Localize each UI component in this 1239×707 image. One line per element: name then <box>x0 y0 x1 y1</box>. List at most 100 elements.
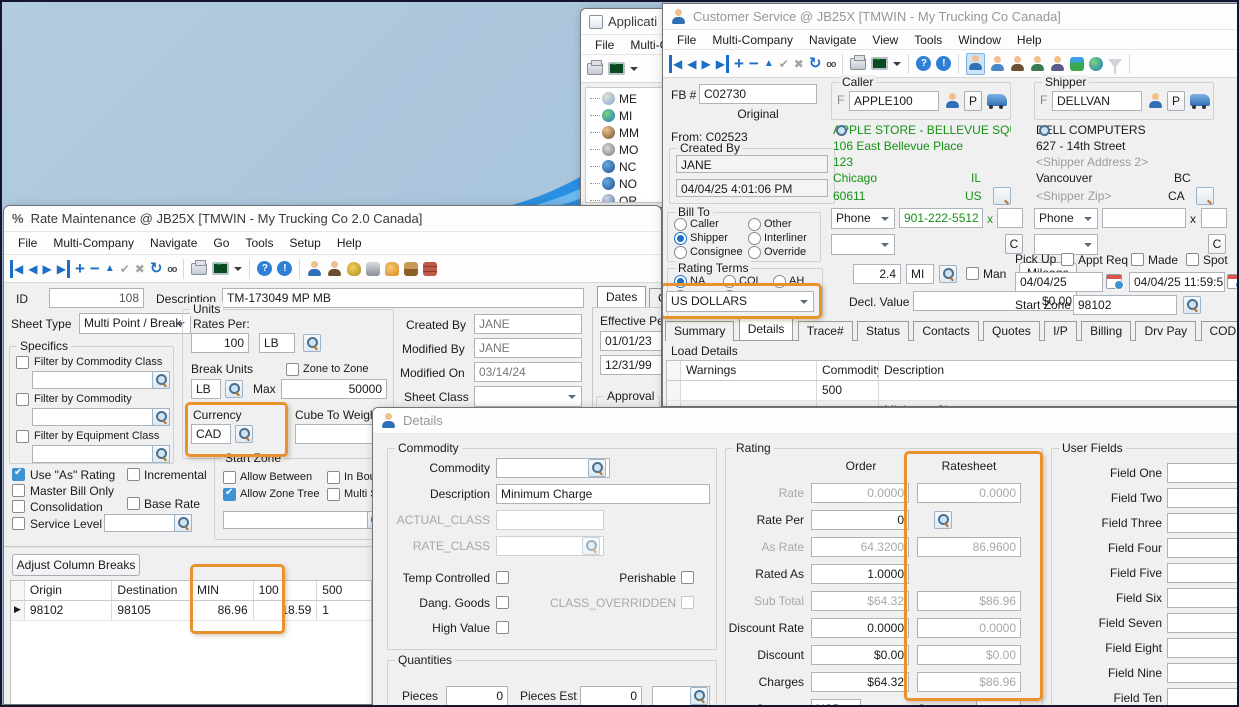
help-icon[interactable]: ? <box>257 261 272 276</box>
effective-to-field[interactable]: 12/31/99 <box>600 355 662 375</box>
bill-to-caller-radio[interactable] <box>674 218 687 231</box>
temp-controlled-checkbox[interactable] <box>496 571 509 584</box>
col-destination[interactable]: Destination <box>112 581 192 600</box>
menu-navigate[interactable]: Navigate <box>801 33 864 47</box>
description-field[interactable]: TM-173049 MP MB <box>222 288 584 308</box>
caller-phone2-select[interactable] <box>831 234 895 255</box>
terms-col-radio[interactable] <box>723 275 736 288</box>
multi-start-checkbox[interactable] <box>327 488 340 501</box>
print-icon[interactable] <box>587 63 603 75</box>
shipper-ext-field[interactable] <box>1201 208 1227 228</box>
tab-cod[interactable]: COD <box>1201 321 1239 341</box>
monitor-icon[interactable] <box>871 57 888 70</box>
calendar-icon[interactable] <box>1106 274 1122 289</box>
tab-billing[interactable]: Billing <box>1081 321 1131 341</box>
shipper-phone-type-select[interactable]: Phone <box>1034 208 1098 229</box>
table-row[interactable]: ▶ 98102 98105 86.96 18.59 1 <box>11 601 371 621</box>
base-rate-checkbox[interactable] <box>127 497 140 510</box>
tree-item[interactable]: NC <box>586 158 673 175</box>
cancel-icon[interactable]: ✖ <box>135 260 145 278</box>
pickup-by-date-field[interactable]: 04/04/25 11:59:5 <box>1129 272 1225 292</box>
nav-last-icon[interactable]: ▶ <box>57 260 70 278</box>
max-field[interactable]: 50000 <box>281 379 387 399</box>
workstation-icon[interactable] <box>990 56 1005 71</box>
customer-icon[interactable] <box>966 53 985 75</box>
chevron-down-icon[interactable] <box>630 67 638 75</box>
lookup-icon[interactable] <box>152 371 170 389</box>
add-icon[interactable]: + <box>75 260 85 278</box>
menu-file[interactable]: File <box>587 38 622 52</box>
refresh-icon[interactable]: ↻ <box>809 55 822 73</box>
filter-commodity-class-checkbox[interactable] <box>16 356 29 369</box>
info-icon[interactable]: ! <box>936 56 951 71</box>
search-icon[interactable]: oo <box>826 59 835 69</box>
currency-select[interactable]: US DOLLARS <box>666 291 814 312</box>
tab-ip[interactable]: I/P <box>1044 321 1077 341</box>
lookup-icon[interactable] <box>1183 296 1201 314</box>
customer-icon[interactable] <box>307 261 322 276</box>
calendar-icon[interactable] <box>1227 274 1239 289</box>
lookup-icon[interactable] <box>939 265 957 283</box>
menu-tools[interactable]: Tools <box>906 33 950 47</box>
up-icon[interactable]: ▲ <box>105 260 115 278</box>
tree-item[interactable]: MO <box>586 141 673 158</box>
money-bag-icon[interactable] <box>347 262 361 276</box>
lookup-icon[interactable] <box>690 687 708 705</box>
field-four-input[interactable] <box>1167 538 1239 558</box>
nav-last-icon[interactable]: ▶ <box>716 55 729 73</box>
info-icon[interactable]: ! <box>277 261 292 276</box>
caller-ext-field[interactable] <box>997 208 1023 228</box>
lookup-icon[interactable] <box>152 408 170 426</box>
caller-person-icon[interactable] <box>945 93 960 108</box>
print-icon[interactable] <box>191 263 207 275</box>
distance-unit-field[interactable]: MI <box>906 264 934 284</box>
tab-con[interactable]: Con <box>649 288 662 308</box>
use-as-rating-checkbox[interactable] <box>12 468 25 481</box>
menu-window[interactable]: Window <box>950 33 1009 47</box>
pickup-date-field[interactable]: 04/04/25 <box>1015 272 1103 292</box>
up-icon[interactable]: ▲ <box>764 55 774 73</box>
vendor-icon[interactable] <box>327 261 342 276</box>
commit-icon[interactable]: ✔ <box>779 55 789 73</box>
col-description[interactable]: Description <box>879 361 1239 380</box>
field-three-input[interactable] <box>1167 513 1239 533</box>
field-eight-input[interactable] <box>1167 638 1239 658</box>
field-ten-input[interactable] <box>1167 688 1239 707</box>
caller-c-button[interactable]: C <box>1005 234 1023 254</box>
bill-to-shipper-radio[interactable] <box>674 232 687 245</box>
man-checkbox[interactable] <box>966 267 979 280</box>
menu-file[interactable]: File <box>10 236 45 250</box>
remove-icon[interactable]: − <box>749 55 759 73</box>
allow-zone-tree-checkbox[interactable] <box>223 488 236 501</box>
lookup-icon[interactable] <box>174 514 192 532</box>
tree-item[interactable]: MI <box>586 107 673 124</box>
chevron-down-icon[interactable] <box>893 62 901 70</box>
col-min[interactable]: MIN <box>192 581 254 600</box>
rates-per-unit-field[interactable]: LB <box>259 333 295 353</box>
consolidation-checkbox[interactable] <box>12 500 25 513</box>
menu-go[interactable]: Go <box>205 236 237 250</box>
filter-equipment-class-checkbox[interactable] <box>16 430 29 443</box>
discount-rate-order-field[interactable]: 0.0000 <box>811 618 909 638</box>
lookup-icon[interactable] <box>303 334 321 352</box>
field-nine-input[interactable] <box>1167 663 1239 683</box>
remove-icon[interactable]: − <box>90 260 100 278</box>
lookup-icon[interactable] <box>225 380 243 398</box>
tree-item[interactable]: MM <box>586 124 673 141</box>
id-field[interactable]: 108 <box>49 288 144 308</box>
master-bill-only-checkbox[interactable] <box>12 484 25 497</box>
col-500[interactable]: 500 <box>317 581 371 600</box>
field-five-input[interactable] <box>1167 563 1239 583</box>
service-level-checkbox[interactable] <box>12 517 25 530</box>
start-zone-field[interactable] <box>223 511 385 529</box>
lookup-icon[interactable] <box>152 445 170 463</box>
charges-order-field[interactable]: $64.32 <box>811 672 909 692</box>
lookup-icon[interactable] <box>1196 187 1214 205</box>
nav-first-icon[interactable]: ◀ <box>669 55 682 73</box>
rate-maintenance-titlebar[interactable]: % Rate Maintenance @ JB25X [TMWIN - My T… <box>4 206 661 232</box>
bill-to-override-radio[interactable] <box>748 246 761 259</box>
tree-item[interactable]: ME <box>586 90 673 107</box>
fb-field[interactable]: C02730 <box>699 84 817 104</box>
lookup-icon[interactable] <box>934 511 952 529</box>
field-six-input[interactable] <box>1167 588 1239 608</box>
